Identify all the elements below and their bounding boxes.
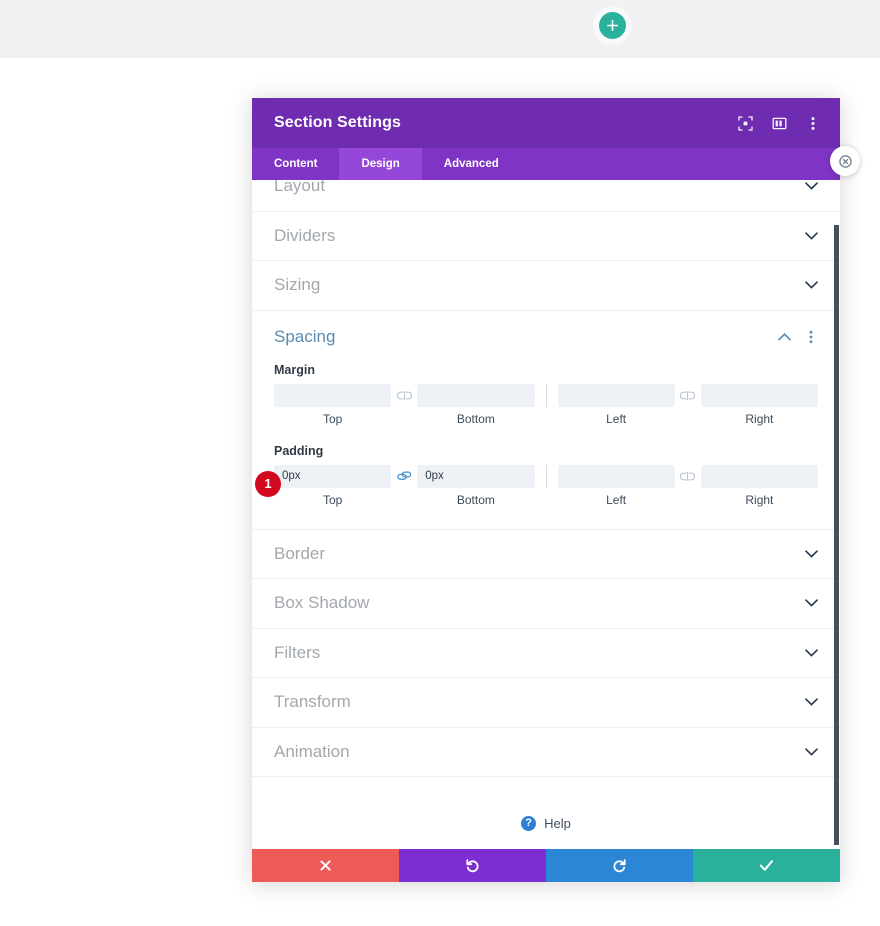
padding-right-sublabel: Right: [745, 492, 774, 507]
section-toggle-transform[interactable]: Transform: [252, 678, 840, 728]
chevron-down-icon: [804, 745, 818, 759]
padding-top-input[interactable]: [274, 464, 392, 488]
settings-list: Layout Dividers Sizing Spacing Margin To…: [252, 180, 840, 849]
tab-advanced[interactable]: Advanced: [422, 148, 521, 180]
cancel-button[interactable]: [252, 849, 399, 882]
modal-header: Section Settings: [252, 98, 840, 148]
more-vertical-icon[interactable]: [804, 114, 822, 132]
section-spacing: Spacing Margin Top Bottom Left Right Pad…: [252, 310, 840, 530]
close-x-icon: [320, 860, 331, 871]
tab-design[interactable]: Design: [339, 148, 422, 180]
link-broken-icon[interactable]: [391, 390, 417, 400]
field-divider: [545, 464, 547, 488]
section-toggle-dividers[interactable]: Dividers: [252, 212, 840, 261]
expand-icon[interactable]: [736, 114, 754, 132]
section-toggle-box-shadow[interactable]: Box Shadow: [252, 579, 840, 629]
margin-inputs-row: [274, 383, 818, 407]
margin-bottom-input[interactable]: [417, 383, 535, 407]
close-button[interactable]: [830, 146, 860, 176]
redo-arrow-icon: [613, 859, 626, 873]
margin-sublabels: Top Bottom Left Right: [274, 412, 818, 426]
section-toggle-layout[interactable]: Layout: [252, 180, 840, 212]
section-spacing-header[interactable]: Spacing: [252, 311, 840, 363]
checkmark-icon: [759, 860, 773, 871]
page-top-band: [0, 0, 880, 58]
padding-left-sublabel: Left: [606, 492, 627, 507]
chevron-down-icon: [804, 596, 818, 610]
margin-left-input[interactable]: [557, 383, 675, 407]
section-title: Box Shadow: [274, 593, 370, 613]
section-settings-modal: Section Settings Content Design Advanced…: [252, 98, 860, 882]
save-button[interactable]: [693, 849, 840, 882]
more-vertical-icon[interactable]: [804, 329, 818, 345]
section-title: Sizing: [274, 275, 321, 295]
chevron-down-icon: [804, 646, 818, 660]
margin-bottom-sublabel: Bottom: [456, 411, 495, 426]
help-row[interactable]: ? Help: [252, 777, 840, 849]
padding-field-group: Padding 1 0px 0px Top Bottom Left Right: [252, 444, 840, 507]
modal-footer: [252, 849, 840, 882]
section-toggle-animation[interactable]: Animation: [252, 728, 840, 777]
margin-field-group: Margin Top Bottom Left Right: [252, 363, 840, 426]
section-title: Layout: [274, 180, 326, 196]
section-title: Dividers: [274, 225, 336, 245]
margin-left-sublabel: Left: [606, 411, 627, 426]
section-toggle-filters[interactable]: Filters: [252, 629, 840, 678]
redo-button[interactable]: [546, 849, 693, 882]
section-title: Border: [274, 543, 326, 563]
plus-icon: [607, 20, 618, 31]
margin-top-sublabel: Top: [322, 411, 343, 426]
scrollbar-track[interactable]: [834, 180, 840, 849]
section-title: Filters: [274, 642, 321, 662]
padding-right-input[interactable]: [700, 464, 818, 488]
undo-arrow-icon: [466, 859, 479, 873]
margin-top-input[interactable]: [274, 383, 392, 407]
question-circle-icon: ?: [521, 815, 537, 831]
padding-inputs-row: [274, 464, 818, 488]
section-title: Animation: [274, 741, 350, 761]
padding-left-input[interactable]: [557, 464, 675, 488]
modal-tabs: Content Design Advanced: [252, 148, 840, 180]
scrollbar-thumb[interactable]: [834, 225, 839, 845]
step-badge: 1: [255, 470, 281, 497]
field-divider: [545, 383, 547, 407]
chevron-down-icon: [804, 547, 818, 561]
link-broken-icon[interactable]: [675, 390, 701, 400]
undo-button[interactable]: [399, 849, 546, 882]
padding-bottom-input[interactable]: [417, 464, 535, 488]
tab-content[interactable]: Content: [252, 148, 339, 180]
padding-top-sublabel: Top: [322, 492, 343, 507]
link-connected-icon[interactable]: [391, 470, 417, 482]
link-broken-icon[interactable]: [675, 471, 701, 481]
section-title: Spacing: [274, 326, 336, 346]
help-label: Help: [544, 815, 571, 831]
chevron-down-icon: [804, 695, 818, 709]
margin-right-sublabel: Right: [745, 411, 774, 426]
chevron-down-icon: [804, 278, 818, 292]
layout-columns-icon[interactable]: [770, 114, 788, 132]
padding-bottom-sublabel: Bottom: [456, 492, 495, 507]
chevron-down-icon: [804, 180, 818, 193]
page-title: Section Settings: [274, 114, 401, 131]
margin-right-input[interactable]: [700, 383, 818, 407]
margin-label: Margin: [274, 362, 315, 377]
section-title: Transform: [274, 692, 351, 712]
modal-header-icons: [736, 114, 822, 132]
section-toggle-sizing[interactable]: Sizing: [252, 261, 840, 311]
modal-scroll-body[interactable]: Layout Dividers Sizing Spacing Margin To…: [252, 180, 840, 849]
chevron-down-icon: [804, 229, 818, 243]
chevron-up-icon[interactable]: [777, 329, 791, 345]
add-section-button[interactable]: [599, 12, 626, 39]
section-toggle-border[interactable]: Border: [252, 530, 840, 579]
section-spacing-actions: [777, 329, 818, 345]
close-icon: [838, 154, 852, 168]
padding-label: Padding: [274, 443, 324, 458]
padding-sublabels: Top Bottom Left Right: [274, 493, 818, 507]
page-root: Section Settings Content Design Advanced…: [0, 0, 880, 926]
